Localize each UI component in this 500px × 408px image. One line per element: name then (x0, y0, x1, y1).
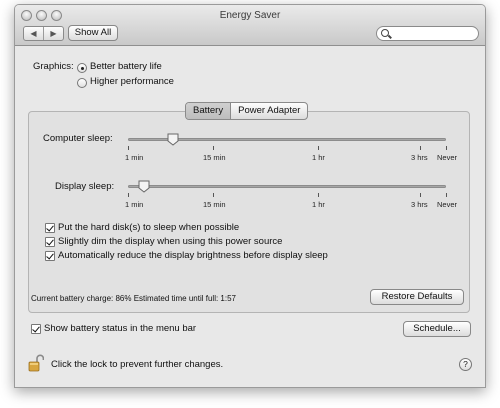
tick-label: 1 hr (312, 153, 325, 162)
tick-mark (213, 146, 214, 150)
lock-text: Click the lock to prevent further change… (51, 359, 224, 370)
tick-mark (318, 193, 319, 197)
computer-sleep-label: Computer sleep: (43, 133, 113, 144)
hard-disk-sleep-label[interactable]: Put the hard disk(s) to sleep when possi… (58, 222, 239, 233)
power-source-tabs: Battery Power Adapter (185, 102, 309, 120)
better-battery-label[interactable]: Better battery life (90, 61, 162, 72)
forward-button[interactable]: ▶ (43, 27, 63, 40)
show-battery-status-label[interactable]: Show battery status in the menu bar (44, 323, 196, 334)
energy-saver-window: Energy Saver ◀ ▶ Show All Graphics: Bett… (14, 4, 486, 388)
tick-mark (213, 193, 214, 197)
graphics-label: Graphics: (33, 61, 74, 72)
show-all-button[interactable]: Show All (68, 25, 118, 41)
higher-performance-radio[interactable] (77, 78, 87, 88)
back-button[interactable]: ◀ (24, 27, 43, 40)
dim-display-checkbox[interactable] (45, 237, 55, 247)
reduce-brightness-label[interactable]: Automatically reduce the display brightn… (58, 250, 328, 261)
tick-mark (446, 146, 447, 150)
lock-icon[interactable] (28, 354, 45, 372)
tick-label: 1 hr (312, 200, 325, 209)
tick-label: 15 min (203, 200, 226, 209)
nav-back-forward: ◀ ▶ (23, 26, 64, 41)
display-sleep-label: Display sleep: (55, 181, 115, 192)
search-icon (381, 29, 389, 37)
tick-mark (318, 146, 319, 150)
better-battery-radio[interactable] (77, 63, 87, 73)
tab-power-adapter[interactable]: Power Adapter (231, 103, 307, 119)
tick-mark (420, 193, 421, 197)
window-title: Energy Saver (219, 10, 281, 21)
show-battery-status-checkbox[interactable] (31, 324, 41, 334)
battery-status-text: Current battery charge: 86% Estimated ti… (31, 294, 236, 303)
tick-label: Never (437, 153, 458, 162)
tick-mark (128, 193, 129, 197)
search-input[interactable] (376, 26, 479, 41)
tick-label: Never (437, 200, 458, 209)
display-sleep-slider-knob[interactable] (138, 180, 150, 193)
tick-mark (420, 146, 421, 150)
hard-disk-sleep-checkbox[interactable] (45, 223, 55, 233)
tick-label: 3 hrs (411, 153, 428, 162)
reduce-brightness-checkbox[interactable] (45, 251, 55, 261)
restore-defaults-button[interactable]: Restore Defaults (370, 289, 464, 305)
tick-label: 1 min (125, 153, 144, 162)
tick-mark (446, 193, 447, 197)
help-button[interactable]: ? (459, 358, 472, 371)
tab-battery[interactable]: Battery (186, 103, 232, 119)
display-sleep-slider-track[interactable] (128, 185, 446, 188)
schedule-button[interactable]: Schedule... (403, 321, 471, 337)
title-bar: Energy Saver ◀ ▶ Show All (15, 5, 485, 46)
tick-label: 15 min (203, 153, 226, 162)
higher-performance-label[interactable]: Higher performance (90, 76, 174, 87)
tick-label: 3 hrs (411, 200, 428, 209)
computer-sleep-slider-knob[interactable] (167, 133, 179, 146)
tick-label: 1 min (125, 200, 144, 209)
tick-mark (128, 146, 129, 150)
dim-display-label[interactable]: Slightly dim the display when using this… (58, 236, 282, 247)
